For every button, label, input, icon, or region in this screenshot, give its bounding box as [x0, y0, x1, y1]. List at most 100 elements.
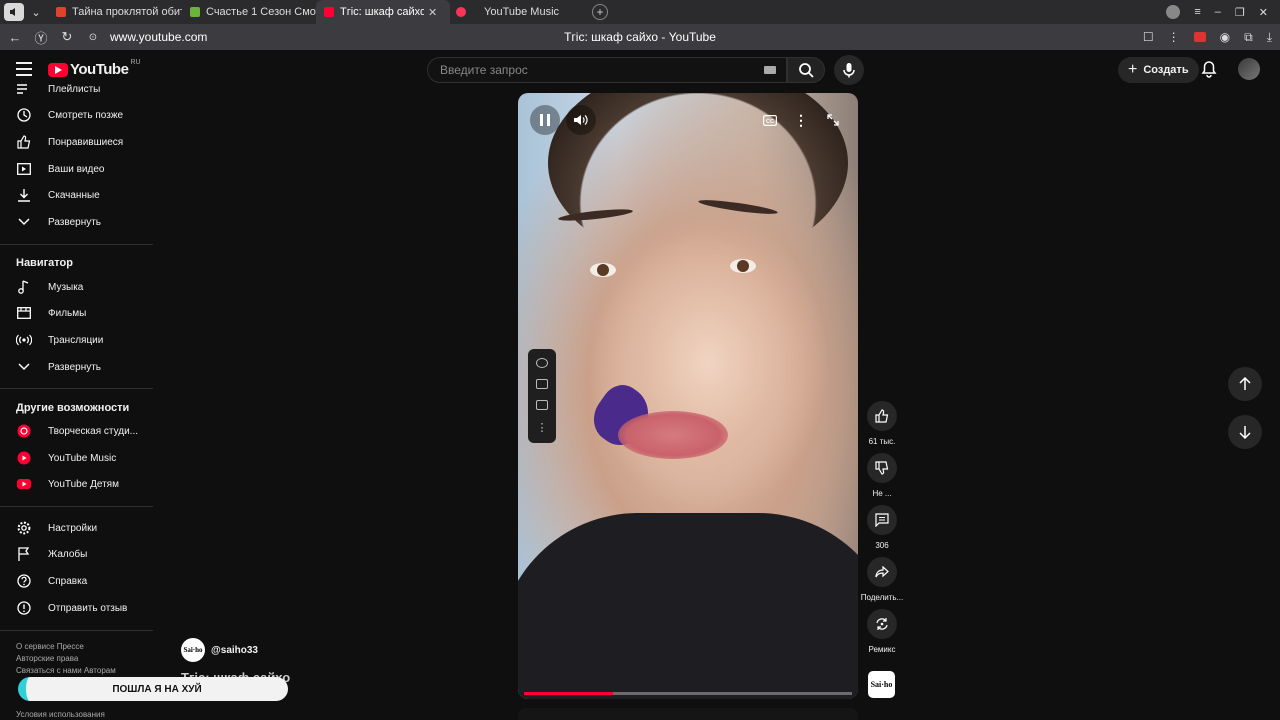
- thumbs-up-icon: [16, 134, 32, 150]
- next-short-button[interactable]: [1228, 415, 1262, 449]
- sidebar-item-feedback[interactable]: Отправить отзыв: [0, 595, 153, 621]
- collections-icon[interactable]: ⧉: [1244, 30, 1253, 45]
- footer-links-row-4[interactable]: Условия использования: [16, 709, 105, 720]
- browser-tab-3-active[interactable]: Тгіс: шкаф сайхо - Yo ✕: [316, 0, 450, 24]
- volume-button[interactable]: [566, 105, 596, 135]
- account-avatar[interactable]: [1238, 58, 1260, 80]
- yandex-icon[interactable]: Ⓨ: [30, 28, 52, 47]
- sidebar-item-youtube-kids[interactable]: YouTube Детям: [0, 471, 153, 497]
- sidebar-item-downloads[interactable]: Скачанные: [0, 182, 153, 208]
- tab-favicon: [456, 7, 466, 17]
- share-icon[interactable]: [867, 557, 897, 587]
- create-button[interactable]: + Создать: [1118, 57, 1199, 83]
- sidebar-item-studio[interactable]: Творческая студи...: [0, 418, 153, 444]
- browser-tab-4[interactable]: [450, 0, 476, 24]
- comment-icon[interactable]: [867, 505, 897, 535]
- reload-icon[interactable]: ↻: [56, 29, 78, 45]
- clock-icon: [16, 107, 32, 123]
- url-text[interactable]: www.youtube.com: [110, 30, 207, 44]
- bell-icon[interactable]: [1201, 60, 1217, 78]
- sidebar-item-reports[interactable]: Жалобы: [0, 541, 153, 567]
- more-options-button[interactable]: ⋮: [786, 105, 816, 135]
- sidebar-item-help[interactable]: Справка: [0, 568, 153, 594]
- dislike-action[interactable]: Не ...: [860, 453, 904, 498]
- remix-action[interactable]: Ремикс: [860, 609, 904, 654]
- sidebar-item-label: Музыка: [48, 281, 84, 293]
- download-icon: [16, 187, 32, 203]
- fullscreen-button[interactable]: [818, 105, 848, 135]
- sidebar-divider: [0, 506, 153, 507]
- sidebar-item-expand[interactable]: Развернуть: [0, 209, 153, 235]
- media-icon[interactable]: ◉: [1220, 30, 1230, 44]
- sidebar-item-label: Ваши видео: [48, 163, 105, 175]
- menu-icon[interactable]: ≡: [1194, 6, 1200, 18]
- more-icon[interactable]: ⋮: [1168, 30, 1180, 44]
- profile-icon[interactable]: [1166, 5, 1181, 19]
- previous-short-button[interactable]: [1228, 367, 1262, 401]
- shorts-video-player[interactable]: CC ⋮: [518, 93, 858, 699]
- back-arrow-icon[interactable]: ←: [4, 30, 26, 45]
- search-button[interactable]: [787, 57, 825, 83]
- sidebar-item-live[interactable]: Трансляции: [0, 327, 153, 353]
- maximize-button[interactable]: ❐: [1235, 6, 1245, 19]
- captions-button[interactable]: CC: [755, 105, 785, 135]
- sidebar-item-settings[interactable]: Настройки: [0, 515, 153, 541]
- subtitles-icon[interactable]: [536, 379, 548, 390]
- picture-in-picture-icon[interactable]: [536, 399, 548, 410]
- browser-tab-5[interactable]: YouTube Music: [476, 0, 584, 24]
- footer-links-row-2[interactable]: Авторские права: [16, 653, 78, 665]
- share-action[interactable]: Поделить...: [860, 557, 904, 602]
- remix-label: Ремикс: [868, 645, 896, 654]
- pause-button[interactable]: [530, 105, 560, 135]
- sidebar-item-youtube-music[interactable]: YouTube Music: [0, 445, 153, 471]
- assistant-icon[interactable]: [536, 358, 548, 369]
- tab-title: YouTube Music: [484, 6, 560, 18]
- thumbs-up-icon[interactable]: [867, 401, 897, 431]
- lock-icon[interactable]: ⊙: [82, 32, 104, 43]
- sidebar-item-your-videos[interactable]: Ваши видео: [0, 156, 153, 182]
- keyboard-icon[interactable]: [764, 66, 776, 74]
- more-vert-icon[interactable]: ⋮: [537, 421, 548, 434]
- browser-tab-2[interactable]: Счастье 1 Сезон Смотреть: [182, 0, 316, 24]
- footer-links-row-1[interactable]: О сервисе Прессе: [16, 641, 84, 653]
- extension-icon[interactable]: [1193, 32, 1206, 42]
- tab-close-icon[interactable]: ✕: [428, 6, 437, 19]
- arrow-up-icon: [1239, 377, 1251, 390]
- chevron-down-icon[interactable]: ⌄: [24, 1, 48, 23]
- more-vert-icon: ⋮: [794, 111, 808, 128]
- bookmark-icon[interactable]: ☐: [1143, 30, 1154, 44]
- thumbs-down-icon[interactable]: [867, 453, 897, 483]
- search-box: [427, 57, 787, 83]
- comments-action[interactable]: 306: [860, 505, 904, 550]
- sidebar-item-movies[interactable]: Фильмы: [0, 300, 153, 326]
- tab-title: Тайна проклятой обители: [72, 6, 182, 18]
- sidebar-item-expand-nav[interactable]: Развернуть: [0, 354, 153, 380]
- hamburger-menu-icon[interactable]: [16, 62, 32, 76]
- speaker-icon[interactable]: [4, 3, 24, 21]
- channel-avatar[interactable]: Sai·ho: [181, 638, 205, 662]
- minimize-button[interactable]: –: [1215, 6, 1221, 18]
- sound-source-thumbnail[interactable]: Sai·ho: [868, 671, 895, 698]
- search-icon: [799, 63, 814, 78]
- youtube-logo[interactable]: YouTube RU: [48, 59, 141, 78]
- download-icon[interactable]: ⤓: [1267, 30, 1272, 45]
- voice-search-button[interactable]: [834, 55, 864, 85]
- tab-title: Счастье 1 Сезон Смотреть: [206, 6, 316, 18]
- search-input[interactable]: [440, 63, 740, 77]
- sidebar-item-liked[interactable]: Понравившиеся: [0, 129, 153, 155]
- sidebar-item-music[interactable]: Музыка: [0, 274, 153, 300]
- sidebar-item-playlists[interactable]: Плейлисты: [0, 80, 153, 102]
- sidebar-item-label: Справка: [48, 575, 88, 587]
- video-frame-shirt: [518, 513, 858, 699]
- remix-icon[interactable]: [867, 609, 897, 639]
- footer-links-row-3[interactable]: Связаться с нами Авторам: [16, 665, 116, 677]
- channel-handle[interactable]: @saiho33: [211, 645, 258, 656]
- captions-icon: CC: [763, 114, 777, 126]
- video-progress-bar[interactable]: [524, 692, 852, 695]
- close-window-button[interactable]: ✕: [1259, 6, 1268, 19]
- like-action[interactable]: 61 тыс.: [860, 401, 904, 446]
- sidebar-item-label: Настройки: [48, 522, 98, 534]
- sidebar-item-watch-later[interactable]: Смотреть позже: [0, 102, 153, 128]
- browser-tab-1[interactable]: Тайна проклятой обители: [48, 0, 182, 24]
- new-tab-button[interactable]: +: [592, 4, 608, 20]
